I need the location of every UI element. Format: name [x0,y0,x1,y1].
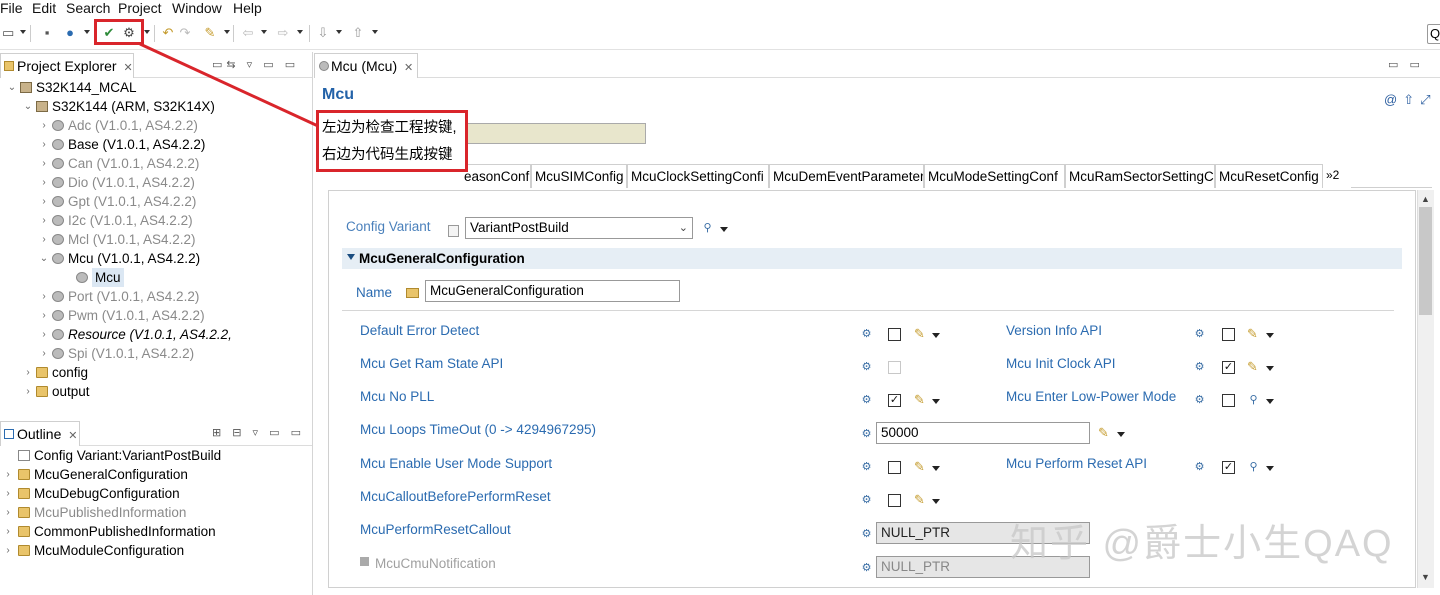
ide-window: File Edit Search Project Window Help ▭ ▪… [0,0,1440,595]
annotation-line-1: 左边为检查工程按键, [322,120,457,136]
annotation-callout: 左边为检查工程按键, 右边为代码生成按键 [316,110,468,172]
annotation-line [139,42,319,128]
annotation-highlight-box [94,19,144,45]
annotation-arrow [139,42,319,128]
annotation-line-2: 右边为代码生成按键 [322,147,453,163]
